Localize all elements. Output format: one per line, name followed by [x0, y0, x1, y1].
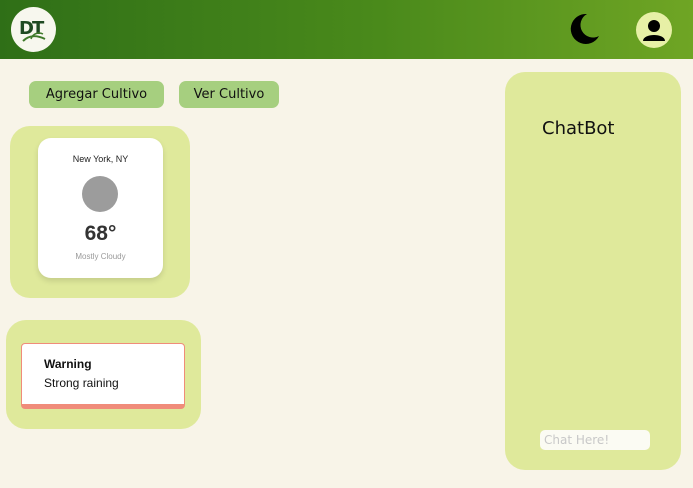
view-crop-button[interactable]: Ver Cultivo	[179, 81, 279, 108]
profile-button[interactable]	[636, 12, 672, 48]
chatbot-panel: ChatBot	[505, 72, 681, 470]
logo-icon: D T	[19, 18, 45, 42]
app-logo[interactable]: D T	[11, 7, 56, 52]
weather-panel: New York, NY 68° Mostly Cloudy	[10, 126, 190, 298]
add-crop-button[interactable]: Agregar Cultivo	[29, 81, 164, 108]
top-header: D T	[0, 0, 693, 59]
user-icon	[643, 20, 665, 41]
theme-toggle-button[interactable]	[565, 10, 603, 48]
weather-temperature: 68°	[84, 222, 117, 245]
weather-circle-icon	[82, 176, 118, 212]
warning-alert: Warning Strong raining	[21, 343, 185, 409]
app-page: D T Agregar Cultivo Ver Cultivo New York…	[0, 0, 693, 488]
weather-city: New York, NY	[72, 154, 129, 164]
chat-input[interactable]	[540, 430, 650, 450]
weather-card: New York, NY 68° Mostly Cloudy	[38, 138, 163, 278]
warning-title: Warning	[44, 357, 92, 371]
chatbot-title: ChatBot	[542, 118, 615, 139]
weather-condition: Mostly Cloudy	[75, 252, 126, 261]
warning-message: Strong raining	[44, 376, 119, 390]
warning-panel: Warning Strong raining	[6, 320, 201, 429]
moon-icon	[570, 13, 599, 44]
